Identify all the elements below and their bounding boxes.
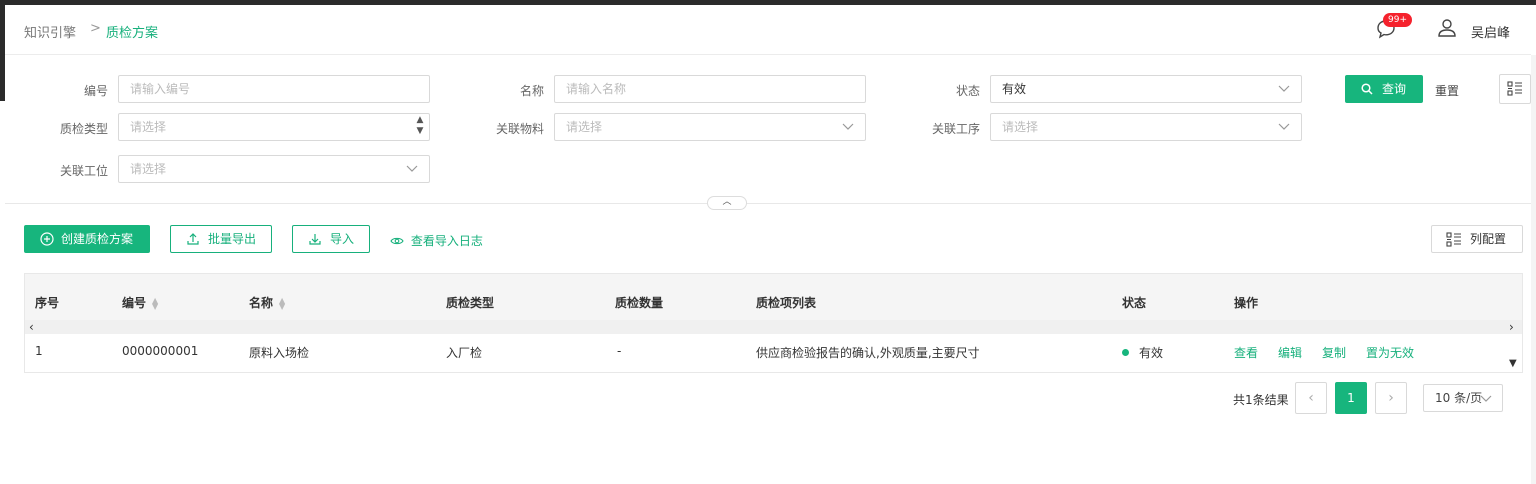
chevron-down-icon bbox=[1278, 85, 1290, 92]
create-plan-button-label: 创建质检方案 bbox=[61, 232, 134, 246]
eye-icon bbox=[390, 237, 404, 245]
breadcrumb-separator: > bbox=[90, 21, 101, 36]
column-header-actions: 操作 bbox=[1234, 296, 1259, 310]
plan-table: 序号 编号 ▲ ▼ 名称 ▲ ▼ 质检类型 质检数量 质检项列表 状态 操作 ‹ › ▼… bbox=[24, 273, 1523, 373]
cell-count: - bbox=[617, 344, 622, 358]
user-name[interactable]: 吴启峰 bbox=[1471, 22, 1510, 41]
code-label: 编号 bbox=[83, 84, 108, 98]
page-header: 知识引擎 > 质检方案 99+ 吴启峰 bbox=[5, 5, 1531, 55]
cell-index: 1 bbox=[35, 344, 43, 358]
page-scrollbar[interactable] bbox=[1531, 55, 1536, 484]
name-label: 名称 bbox=[519, 84, 544, 98]
search-icon bbox=[1361, 83, 1373, 95]
status-select-value: 有效 bbox=[1002, 82, 1027, 96]
sort-icon[interactable]: ▲ ▼ bbox=[279, 296, 285, 310]
status-label: 状态 bbox=[955, 84, 980, 98]
material-select[interactable]: 请选择 bbox=[554, 113, 866, 141]
chevron-down-icon bbox=[1278, 123, 1290, 130]
edit-action[interactable]: 编辑 bbox=[1278, 344, 1302, 361]
chevron-left-icon: ‹ bbox=[1308, 390, 1314, 406]
reset-button[interactable]: 重置 bbox=[1435, 82, 1459, 99]
process-label: 关联工序 bbox=[931, 122, 980, 136]
cell-status: 有效 bbox=[1122, 344, 1163, 361]
column-header-items: 质检项列表 bbox=[756, 296, 817, 310]
status-select[interactable]: 有效 bbox=[990, 75, 1302, 103]
cell-type: 入厂检 bbox=[446, 346, 483, 360]
station-select[interactable]: 请选择 bbox=[118, 155, 430, 183]
invalidate-action[interactable]: 置为无效 bbox=[1366, 344, 1414, 361]
spinner-arrows-icon[interactable]: ▲ ▼ bbox=[412, 115, 428, 139]
column-header-count: 质检数量 bbox=[615, 296, 664, 310]
column-header-code[interactable]: 编号 ▲ ▼ bbox=[122, 294, 158, 311]
status-dot bbox=[1122, 349, 1129, 356]
code-input[interactable]: 请输入编号 bbox=[118, 75, 430, 103]
layout-toggle-button[interactable] bbox=[1499, 74, 1531, 104]
user-icon[interactable] bbox=[1437, 18, 1457, 38]
breadcrumb-parent[interactable]: 知识引擎 bbox=[24, 22, 76, 41]
column-config-label: 列配置 bbox=[1470, 232, 1507, 246]
scroll-left-icon[interactable]: ‹ bbox=[29, 320, 34, 334]
station-label: 关联工位 bbox=[59, 164, 108, 178]
chevron-up-icon: ︿ bbox=[722, 197, 732, 207]
column-header-type: 质检类型 bbox=[446, 296, 495, 310]
material-label: 关联物料 bbox=[495, 122, 544, 136]
create-plan-button[interactable]: 创建质检方案 bbox=[24, 225, 150, 253]
layout-icon bbox=[1507, 81, 1522, 96]
type-label: 质检类型 bbox=[59, 122, 108, 136]
breadcrumb-current: 质检方案 bbox=[106, 26, 159, 41]
plus-circle-icon bbox=[40, 232, 54, 246]
copy-action[interactable]: 复制 bbox=[1322, 344, 1346, 361]
pagination-total: 共1条结果 bbox=[1233, 393, 1289, 407]
sort-icon[interactable]: ▲ ▼ bbox=[152, 296, 158, 310]
cell-code: 0000000001 bbox=[122, 344, 199, 358]
import-button[interactable]: 导入 bbox=[292, 225, 370, 253]
column-header-code-label: 编号 bbox=[122, 296, 147, 310]
material-select-placeholder: 请选择 bbox=[566, 120, 603, 134]
query-button-label: 查询 bbox=[1382, 82, 1407, 96]
station-select-placeholder: 请选择 bbox=[130, 162, 167, 176]
view-action[interactable]: 查看 bbox=[1234, 344, 1258, 361]
type-select-placeholder: 请选择 bbox=[130, 120, 167, 134]
horizontal-scrollbar[interactable]: ‹ › bbox=[25, 320, 1522, 334]
cell-items: 供应商检验报告的确认,外观质量,主要尺寸 bbox=[756, 346, 980, 360]
table-header: 序号 编号 ▲ ▼ 名称 ▲ ▼ 质检类型 质检数量 质检项列表 状态 操作 bbox=[25, 274, 1522, 320]
chevron-down-icon bbox=[842, 123, 854, 130]
column-header-index: 序号 bbox=[35, 296, 60, 310]
download-icon bbox=[309, 234, 321, 245]
page-size-select[interactable]: 10 条/页 bbox=[1423, 384, 1503, 412]
type-select[interactable]: 请选择 ▲ ▼ bbox=[118, 113, 430, 141]
upload-icon bbox=[187, 233, 199, 245]
import-button-label: 导入 bbox=[330, 232, 355, 246]
batch-export-button-label: 批量导出 bbox=[208, 232, 257, 246]
current-page-button[interactable]: 1 bbox=[1335, 382, 1367, 414]
batch-export-button[interactable]: 批量导出 bbox=[170, 225, 272, 253]
filter-panel: 编号 请输入编号 名称 请输入名称 状态 有效 查询 重置 质检类型 请选择 ▲… bbox=[5, 56, 1531, 203]
column-header-name[interactable]: 名称 ▲ ▼ bbox=[249, 294, 285, 311]
chevron-right-icon: › bbox=[1388, 390, 1394, 406]
notification-badge: 99+ bbox=[1383, 13, 1412, 27]
column-config-icon bbox=[1446, 232, 1461, 247]
chevron-down-icon bbox=[1480, 395, 1492, 402]
column-header-status: 状态 bbox=[1122, 296, 1147, 310]
cell-status-label: 有效 bbox=[1139, 346, 1164, 360]
name-input[interactable]: 请输入名称 bbox=[554, 75, 866, 103]
process-select[interactable]: 请选择 bbox=[990, 113, 1302, 141]
page-size-value: 10 条/页 bbox=[1435, 391, 1483, 405]
column-config-button[interactable]: 列配置 bbox=[1431, 225, 1523, 253]
cell-name: 原料入场检 bbox=[249, 346, 310, 360]
process-select-placeholder: 请选择 bbox=[1002, 120, 1039, 134]
next-page-button[interactable]: › bbox=[1375, 382, 1407, 414]
view-import-log-link[interactable]: 查看导入日志 bbox=[390, 232, 483, 249]
chevron-down-icon bbox=[406, 165, 418, 172]
column-header-name-label: 名称 bbox=[249, 296, 274, 310]
prev-page-button[interactable]: ‹ bbox=[1295, 382, 1327, 414]
scroll-down-icon[interactable]: ▼ bbox=[1509, 358, 1517, 369]
scroll-right-icon[interactable]: › bbox=[1509, 320, 1514, 334]
filter-divider bbox=[5, 203, 1531, 204]
view-import-log-label: 查看导入日志 bbox=[410, 234, 483, 248]
collapse-filter-button[interactable]: ︿ bbox=[707, 196, 747, 210]
query-button[interactable]: 查询 bbox=[1345, 75, 1423, 103]
